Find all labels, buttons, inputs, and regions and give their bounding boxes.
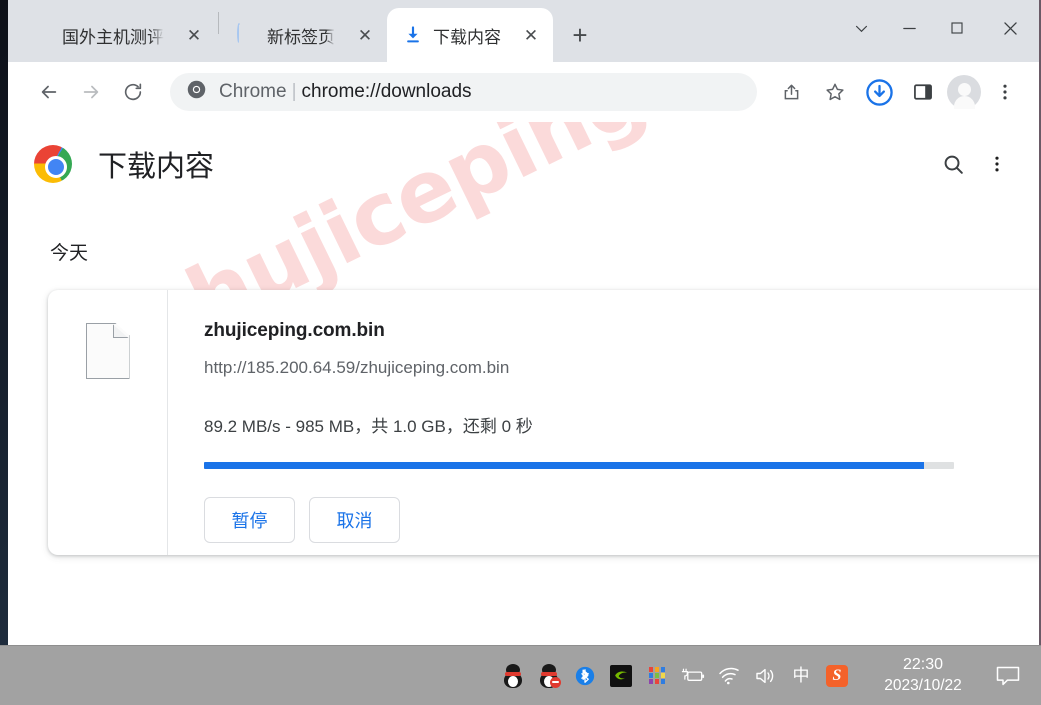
address-bar[interactable]: Chrome | chrome://downloads [170,73,757,111]
download-progress-fill [204,462,924,469]
omnibox-scheme-label: Chrome [219,81,287,102]
cancel-button[interactable]: 取消 [309,497,400,543]
tab-strip: 国外主机测评 ✕ 新标签页 ✕ 下载内容 ✕ + [8,0,1039,62]
download-status-text: 89.2 MB/s - 985 MB，共 1.0 GB，还剩 0 秒 [204,417,533,436]
download-progress-bar [204,462,954,469]
minimize-button[interactable] [885,0,933,56]
tab-title: 下载内容 [433,27,501,47]
qq-icon[interactable] [495,646,531,705]
omnibox-url: chrome://downloads [301,81,472,102]
tab-divider [218,12,219,34]
avatar[interactable] [947,75,981,109]
tab-title: 新标签页 [267,27,335,47]
page-title: 下载内容 [98,151,215,183]
star-icon[interactable] [815,72,855,112]
close-window-button[interactable] [981,0,1039,56]
tab-close-icon[interactable]: ✕ [519,23,543,47]
file-source-url[interactable]: http://185.200.64.59/zhujiceping.com.bin [204,358,1039,378]
tab-close-icon[interactable]: ✕ [353,23,377,47]
tab-guowai-zhuji[interactable]: 国外主机测评 ✕ [16,8,216,62]
loading-spinner-icon [237,23,257,45]
site-favicon-red-icon [32,25,52,45]
taskbar-clock[interactable]: 22:30 2023/10/22 [869,655,977,695]
side-panel-icon[interactable] [903,72,943,112]
chrome-page-icon [186,79,207,105]
browser-toolbar: Chrome | chrome://downloads [8,62,1039,122]
sogou-icon[interactable]: S [819,646,855,705]
notification-icon[interactable] [985,646,1031,705]
ime-label: 中 [792,666,810,685]
nvidia-icon[interactable] [603,646,639,705]
download-item-card: zhujiceping.com.bin http://185.200.64.59… [48,290,1039,555]
ime-chinese-icon[interactable]: 中 [783,646,819,705]
window-controls [837,0,1039,56]
downloads-header: 下载内容 [8,122,1039,206]
qq-muted-icon[interactable] [531,646,567,705]
pause-button[interactable]: 暂停 [204,497,295,543]
three-dot-menu-icon[interactable] [985,72,1025,112]
sogou-label: S [826,664,848,687]
wifi-icon[interactable] [711,646,747,705]
search-icon[interactable] [931,142,975,186]
omnibox-separator: | [291,81,297,102]
file-name[interactable]: zhujiceping.com.bin [204,320,1039,342]
tab-downloads[interactable]: 下载内容 ✕ [387,8,553,62]
tab-title: 国外主机测评 [62,27,164,47]
taskbar: 中 S 22:30 2023/10/22 [0,645,1041,705]
download-item-details: zhujiceping.com.bin http://185.200.64.59… [168,290,1039,555]
browser-window: 国外主机测评 ✕ 新标签页 ✕ 下载内容 ✕ + Chrome | chrome… [8,0,1041,645]
reload-icon[interactable] [114,73,152,111]
downloads-icon[interactable] [859,72,899,112]
chrome-logo-icon [34,145,72,183]
back-arrow-icon[interactable] [30,73,68,111]
new-tab-button[interactable]: + [563,18,597,52]
address-bar-text: Chrome | chrome://downloads [219,81,472,103]
forward-arrow-icon[interactable] [72,73,110,111]
bluetooth-icon[interactable] [567,646,603,705]
download-actions: 暂停 取消 [204,497,1039,543]
power-battery-icon[interactable] [675,646,711,705]
generic-file-icon [85,323,130,379]
color-dots-icon[interactable] [639,646,675,705]
tab-search-chevron-down-icon[interactable] [837,0,885,56]
tab-new-tab-page[interactable]: 新标签页 ✕ [221,8,387,62]
clock-time: 22:30 [902,656,944,674]
share-icon[interactable] [771,72,811,112]
maximize-button[interactable] [933,0,981,56]
three-dot-menu-icon[interactable] [975,142,1019,186]
tab-close-icon[interactable]: ✕ [182,23,206,47]
clock-date: 2023/10/22 [884,676,962,694]
file-icon-cell [48,290,168,555]
download-icon [403,25,423,45]
section-label-today: 今天 [50,243,89,264]
volume-icon[interactable] [747,646,783,705]
downloads-page: zhujiceping.com 下载内容 今天 zhujiceping.com.… [8,122,1039,645]
